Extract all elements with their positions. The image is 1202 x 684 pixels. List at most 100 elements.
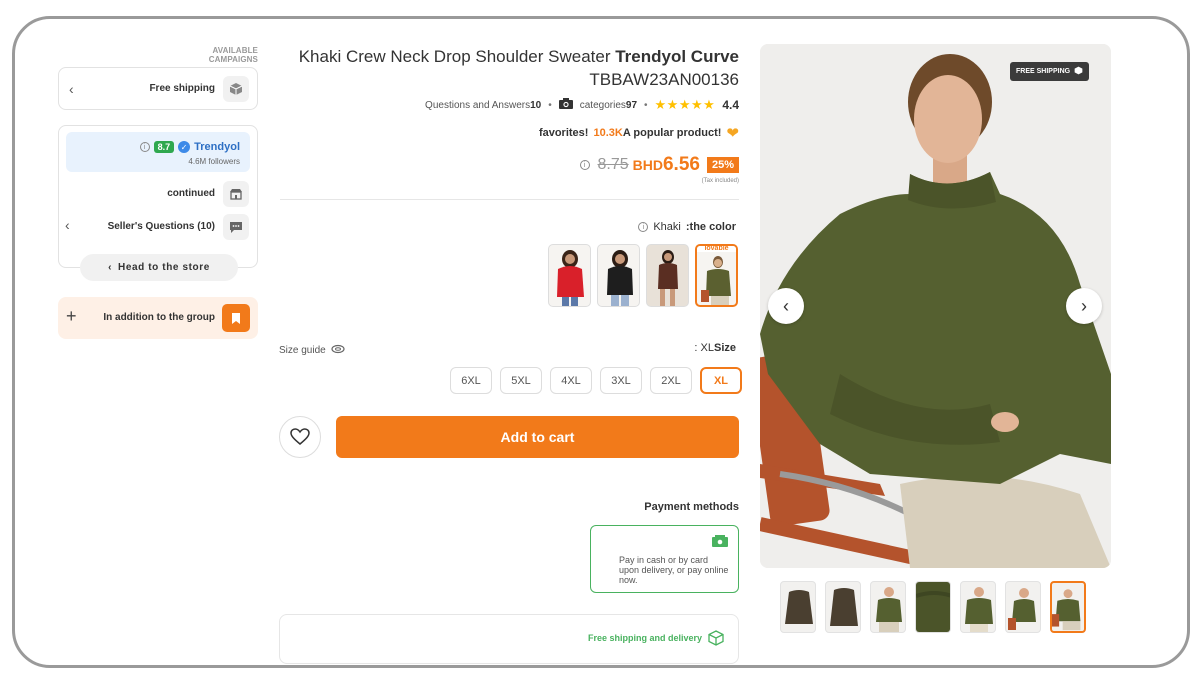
separator: • <box>548 99 552 111</box>
head-to-store-button[interactable]: ‹ Head to the store <box>80 254 238 281</box>
bookmark-icon[interactable] <box>222 304 250 332</box>
package-icon <box>1074 66 1083 77</box>
chevron-left-icon[interactable]: ‹ <box>65 217 70 233</box>
campaigns-title: AVAILABLE CAMPAIGNS <box>208 46 258 64</box>
size-option-xl[interactable]: XL <box>700 367 742 394</box>
seller-card: i 8.7 ✓ Trendyol 4.6M followers continue… <box>58 125 258 268</box>
box-icon <box>708 630 724 651</box>
qa-link[interactable]: Questions and Answers10 <box>425 100 541 111</box>
swatch-red[interactable] <box>548 244 591 307</box>
product-brand[interactable]: Trendyol Curve <box>615 47 739 66</box>
color-value: Khaki <box>653 221 681 233</box>
separator: • <box>644 99 648 111</box>
seller-followers: 4.6M followers <box>188 157 240 166</box>
favorites-label: favorites! <box>538 127 589 139</box>
categories-link[interactable]: categories97 <box>580 100 637 111</box>
size-option-5xl[interactable]: 5XL <box>500 367 542 394</box>
product-meta: Questions and Answers10 • categories97 •… <box>280 97 739 113</box>
free-shipping-label: Free shipping <box>149 83 215 94</box>
divider <box>280 199 739 200</box>
thumbnail[interactable] <box>1005 581 1041 633</box>
currency: BHD <box>632 157 663 173</box>
badge-label: FREE SHIPPING <box>1016 68 1071 75</box>
thumbnail-selected[interactable] <box>1050 581 1086 633</box>
categories-label: categories <box>579 99 626 111</box>
info-icon[interactable]: i <box>579 160 590 170</box>
color-label: i Khaki :the color <box>280 221 736 233</box>
product-main-image[interactable] <box>760 44 1111 568</box>
info-icon[interactable]: i <box>139 142 150 152</box>
size-title: Size <box>713 342 736 354</box>
store-icon[interactable] <box>223 181 249 207</box>
size-option-4xl[interactable]: 4XL <box>550 367 592 394</box>
rating-value: 4.4 <box>722 98 739 112</box>
delivery-label: Free shipping and delivery <box>587 633 702 643</box>
message-icon[interactable] <box>223 214 249 240</box>
color-title: :the color <box>685 221 736 233</box>
size-label: : XLSize <box>600 342 736 354</box>
delivery-info: Free shipping and delivery <box>279 614 739 664</box>
product-name: Khaki Crew Neck Drop Shoulder Sweater <box>298 47 616 66</box>
payment-methods-title: Payment methods <box>644 501 739 513</box>
next-image-button[interactable]: › <box>1066 288 1102 324</box>
free-shipping-badge: FREE SHIPPING <box>1010 62 1090 81</box>
continued-label[interactable]: continued <box>167 188 215 199</box>
chevron-left-icon: ‹ <box>108 262 113 273</box>
new-price: 6.56 <box>662 154 700 175</box>
chevron-left-icon: ‹ <box>783 295 789 316</box>
verified-icon: ✓ <box>178 141 191 153</box>
tax-note: (Tax included) <box>701 178 739 184</box>
free-shipping-campaign[interactable]: ‹ Free shipping <box>58 67 258 110</box>
size-guide-label: Size guide <box>279 345 326 356</box>
discount-badge: 25% <box>706 157 739 173</box>
tape-measure-icon <box>331 344 345 357</box>
thumbnail[interactable] <box>915 581 951 633</box>
image-thumbnails <box>780 581 1086 633</box>
swatch-brown[interactable] <box>646 244 689 307</box>
favorites-count: 10.3K <box>593 127 623 139</box>
heart-icon: ❤ <box>726 125 739 142</box>
payment-text: Pay in cash or by card upon delivery, or… <box>619 555 729 585</box>
seller-questions-label[interactable]: Seller's Questions (10) <box>108 221 215 232</box>
size-option-6xl[interactable]: 6XL <box>450 367 492 394</box>
payment-method-card: Pay in cash or by card upon delivery, or… <box>590 525 739 593</box>
swatch-black[interactable] <box>597 244 640 307</box>
add-to-cart-button[interactable]: Add to cart <box>336 416 739 458</box>
store-button-label: Head to the store <box>118 262 210 273</box>
star-rating-icon[interactable]: ★★★★★ <box>655 97 716 113</box>
cash-icon <box>712 534 728 552</box>
previous-image-button[interactable]: ‹ <box>768 288 804 324</box>
color-swatches: lovable <box>548 244 738 307</box>
price-row: i 8.75 BHD 6.56 25% <box>280 154 739 176</box>
thumbnail[interactable] <box>960 581 996 633</box>
size-options: 6XL 5XL 4XL 3XL 2XL XL <box>450 367 742 394</box>
swatch-khaki[interactable]: lovable <box>695 244 738 307</box>
thumbnail[interactable] <box>870 581 906 633</box>
product-title: Khaki Crew Neck Drop Shoulder Sweater Tr… <box>280 45 739 91</box>
seller-score: 8.7 <box>153 141 175 153</box>
seller-name[interactable]: Trendyol <box>194 141 240 153</box>
qa-label: Questions and Answers <box>425 99 531 111</box>
seller-info[interactable]: i 8.7 ✓ Trendyol 4.6M followers <box>66 132 250 172</box>
chevron-right-icon: › <box>1081 295 1087 316</box>
info-icon[interactable]: i <box>638 222 649 232</box>
categories-count: 97 <box>625 99 638 111</box>
thumbnail[interactable] <box>780 581 816 633</box>
add-to-group-card[interactable]: + In addition to the group <box>58 297 258 339</box>
heart-outline-icon <box>290 428 310 445</box>
thumbnail[interactable] <box>825 581 861 633</box>
camera-icon <box>558 98 573 112</box>
product-code: TBBAW23AN00136 <box>589 70 739 89</box>
size-option-2xl[interactable]: 2XL <box>650 367 692 394</box>
qa-count: 10 <box>530 99 542 111</box>
chevron-left-icon: ‹ <box>69 81 74 97</box>
package-icon <box>223 76 249 102</box>
popular-label: A popular product! <box>622 127 722 139</box>
size-option-3xl[interactable]: 3XL <box>600 367 642 394</box>
lovable-tag: lovable <box>697 246 736 252</box>
wishlist-button[interactable] <box>279 416 321 458</box>
old-price: 8.75 <box>597 156 629 173</box>
size-guide-link[interactable]: Size guide <box>279 344 345 357</box>
favorites-row: favorites! 10.3K A popular product! ❤ <box>280 124 739 142</box>
plus-icon: + <box>66 306 77 326</box>
